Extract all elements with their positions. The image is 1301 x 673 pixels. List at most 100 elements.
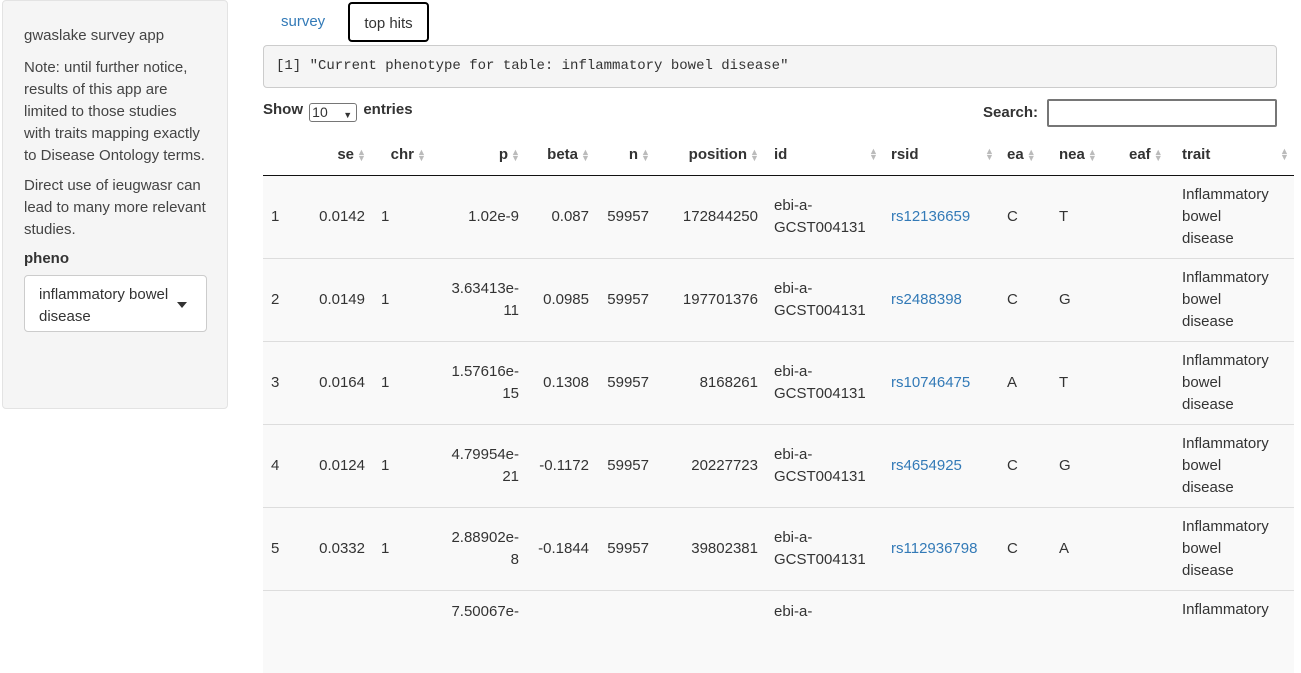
cell-se: 0.0149 bbox=[303, 257, 373, 341]
column-header-label: rsid bbox=[891, 145, 919, 163]
cell-trait: Inflammatory bowel disease bbox=[1174, 506, 1294, 590]
rsid-link[interactable]: rs2488398 bbox=[891, 291, 962, 308]
cell-index: 2 bbox=[263, 257, 303, 341]
sort-icon: ▲ ▼ bbox=[581, 146, 590, 163]
cell-id-line2: GCST004131 bbox=[774, 384, 866, 402]
cell-trait-line2: bowel bbox=[1182, 207, 1222, 225]
column-header-position[interactable]: position ▲ ▼ bbox=[657, 134, 766, 176]
rsid-link[interactable]: rs112936798 bbox=[891, 540, 977, 557]
cell-se: 0.0332 bbox=[303, 506, 373, 590]
column-header-label: ea bbox=[1007, 145, 1024, 163]
cell-index: 1 bbox=[263, 175, 303, 258]
cell-index: 5 bbox=[263, 506, 303, 590]
cell-position: 20227723 bbox=[657, 423, 766, 507]
phenotype-output: [1] "Current phenotype for table: inflam… bbox=[263, 45, 1277, 88]
sort-icon: ▲ ▼ bbox=[750, 146, 759, 163]
table-row: 5 0.0332 1 2.88902e- 8 -0.1844 59957 3980… bbox=[263, 506, 1294, 590]
cell-ea: C bbox=[999, 257, 1051, 341]
cell-position: 197701376 bbox=[657, 257, 766, 341]
cell-trait-line1: Inflammatory bbox=[1182, 517, 1269, 535]
cell-p-line1: 1.02e-9 bbox=[468, 207, 519, 225]
rsid-link[interactable]: rs10746475 bbox=[891, 374, 970, 391]
search-input[interactable] bbox=[1047, 99, 1277, 127]
cell-n: 59957 bbox=[597, 175, 657, 258]
column-header-eaf[interactable]: eaf ▲ ▼ bbox=[1121, 134, 1174, 176]
column-header-label: position bbox=[688, 145, 747, 163]
cell-rsid: rs2488398 bbox=[883, 257, 999, 341]
cell-ea bbox=[999, 589, 1051, 673]
entries-label: entries bbox=[363, 101, 413, 118]
sort-icon: ▲ ▼ bbox=[1153, 146, 1163, 163]
column-header-p[interactable]: p ▲ ▼ bbox=[433, 134, 527, 176]
sort-icon: ▲ ▼ bbox=[985, 146, 994, 162]
sort-icon: ▲ ▼ bbox=[357, 146, 366, 163]
column-header-trait[interactable]: trait ▲ ▼ bbox=[1174, 134, 1294, 176]
cell-beta: -0.1844 bbox=[527, 506, 597, 590]
rsid-link[interactable]: rs4654925 bbox=[891, 457, 962, 474]
cell-rsid: rs12136659 bbox=[883, 175, 999, 258]
cell-p: 2.88902e- 8 bbox=[433, 506, 527, 590]
cell-rsid: rs10746475 bbox=[883, 340, 999, 424]
cell-id: ebi-a- GCST004131 bbox=[766, 423, 883, 507]
entries-select[interactable]: 10 ▼ bbox=[309, 103, 358, 122]
cell-chr: 1 bbox=[373, 423, 433, 507]
cell-trait-line1: Inflammatory bbox=[1182, 185, 1269, 203]
sort-icon: ▲ ▼ bbox=[1280, 146, 1289, 162]
pheno-select-value: inflammatory bowel disease bbox=[39, 286, 169, 325]
cell-p: 1.02e-9 bbox=[433, 175, 527, 258]
cell-nea: T bbox=[1051, 175, 1121, 258]
cell-id-line1: ebi-a- bbox=[774, 279, 813, 297]
cell-p: 1.57616e- 15 bbox=[433, 340, 527, 424]
cell-id-line2: GCST004131 bbox=[774, 218, 866, 236]
cell-trait: Inflammatory bowel disease bbox=[1174, 175, 1294, 258]
cell-id: ebi-a- GCST004131 bbox=[766, 340, 883, 424]
table-row: 2 0.0149 1 3.63413e- 11 0.0985 59957 1977… bbox=[263, 257, 1294, 341]
column-header-se[interactable]: se ▲ ▼ bbox=[303, 134, 373, 176]
cell-nea bbox=[1051, 589, 1121, 673]
cell-id-line1: ebi-a- bbox=[774, 528, 813, 546]
cell-trait-line2: bowel bbox=[1182, 373, 1222, 391]
rsid-link[interactable]: rs12136659 bbox=[891, 208, 970, 225]
cell-eaf bbox=[1121, 175, 1174, 258]
tab-top-hits[interactable]: top hits bbox=[348, 2, 429, 42]
column-header-ea[interactable]: ea ▲ ▼ bbox=[999, 134, 1051, 176]
cell-chr bbox=[373, 589, 433, 673]
table-row: 4 0.0124 1 4.79954e- 21 -0.1172 59957 202… bbox=[263, 423, 1294, 507]
cell-eaf bbox=[1121, 506, 1174, 590]
cell-beta: 0.087 bbox=[527, 175, 597, 258]
cell-trait: Inflammatory bowel disease bbox=[1174, 423, 1294, 507]
column-header-label: trait bbox=[1182, 145, 1211, 163]
tab-survey[interactable]: survey bbox=[265, 2, 341, 42]
cell-id: ebi-a- bbox=[766, 589, 883, 673]
cell-nea: T bbox=[1051, 340, 1121, 424]
column-header-label: beta bbox=[547, 145, 578, 163]
table-row: 1 0.0142 1 1.02e-9 0.087 59957 172844250… bbox=[263, 175, 1294, 258]
cell-n: 59957 bbox=[597, 506, 657, 590]
cell-p: 4.79954e- 21 bbox=[433, 423, 527, 507]
cell-trait: Inflammatory bbox=[1174, 589, 1294, 673]
cell-trait-line3: disease bbox=[1182, 395, 1234, 413]
cell-position bbox=[657, 589, 766, 673]
column-header-rsid[interactable]: rsid ▲ ▼ bbox=[883, 134, 999, 176]
cell-ea: C bbox=[999, 175, 1051, 258]
cell-chr: 1 bbox=[373, 257, 433, 341]
cell-index: 4 bbox=[263, 423, 303, 507]
column-header-nea[interactable]: nea ▲ ▼ bbox=[1051, 134, 1121, 176]
cell-rsid bbox=[883, 589, 999, 673]
column-header-n[interactable]: n ▲ ▼ bbox=[597, 134, 657, 176]
show-label: Show bbox=[263, 101, 303, 118]
pheno-select[interactable]: inflammatory bowel disease bbox=[24, 275, 207, 332]
cell-trait-line3: disease bbox=[1182, 561, 1234, 579]
sidebar-panel: gwaslake survey app Note: until further … bbox=[2, 0, 228, 409]
cell-trait-line3: disease bbox=[1182, 312, 1234, 330]
column-header-id[interactable]: id ▲ ▼ bbox=[766, 134, 883, 176]
column-header-chr[interactable]: chr ▲ ▼ bbox=[373, 134, 433, 176]
cell-p-line2: 11 bbox=[503, 301, 519, 319]
cell-trait-line1: Inflammatory bbox=[1182, 600, 1269, 618]
column-header-beta[interactable]: beta ▲ ▼ bbox=[527, 134, 597, 176]
cell-id: ebi-a- GCST004131 bbox=[766, 257, 883, 341]
sort-icon: ▲ ▼ bbox=[417, 146, 426, 163]
cell-se: 0.0124 bbox=[303, 423, 373, 507]
cell-p-line1: 4.79954e- bbox=[451, 445, 519, 463]
cell-trait-line1: Inflammatory bbox=[1182, 351, 1269, 369]
